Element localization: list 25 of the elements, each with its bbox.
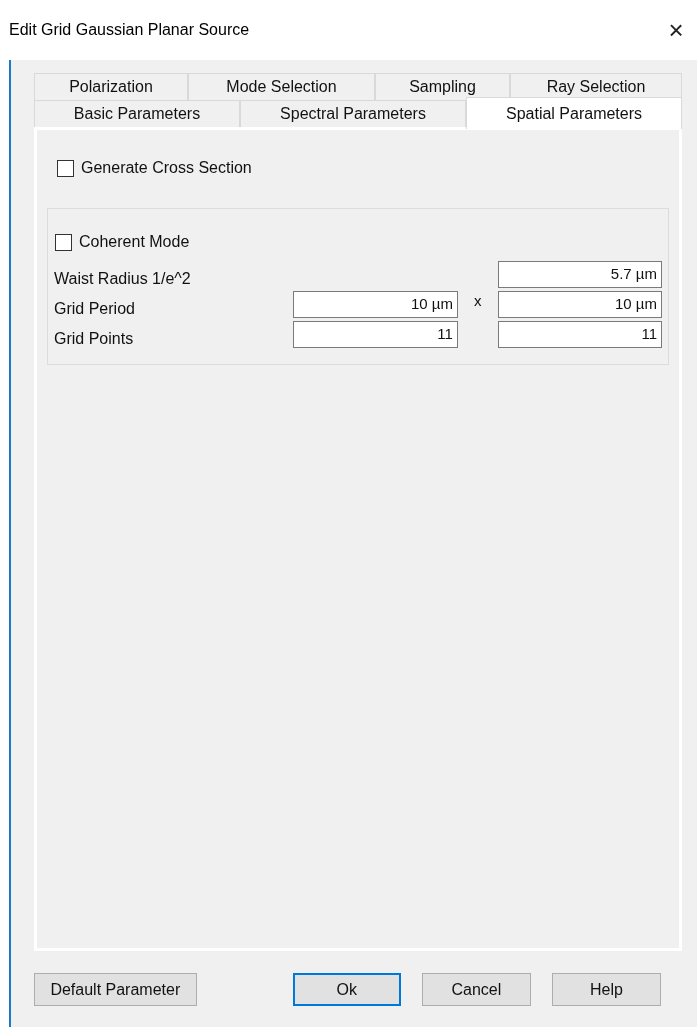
input-field[interactable]: 10 µm [292, 290, 458, 318]
tab[interactable]: Polarization [34, 73, 188, 100]
tab[interactable]: Spatial Parameters [466, 97, 682, 129]
window-title: Edit Grid Gaussian Planar Source [9, 20, 250, 40]
checkbox-label: Generate Cross Section [81, 158, 252, 178]
checkbox[interactable] [57, 159, 74, 177]
dialog-button[interactable]: Default Parameter [34, 973, 197, 1006]
tab[interactable]: Spectral Parameters [240, 100, 466, 127]
dialog-button[interactable]: Help [551, 973, 661, 1006]
checkbox[interactable] [55, 233, 72, 251]
dialog-button[interactable]: Cancel [421, 973, 531, 1006]
checkbox-label: Coherent Mode [79, 232, 190, 252]
close-button[interactable]: × [661, 15, 691, 45]
tab[interactable]: Basic Parameters [34, 100, 240, 127]
field-label: Grid Points [54, 329, 135, 349]
tab[interactable]: Sampling [375, 73, 510, 100]
input-field[interactable]: 11 [292, 320, 458, 348]
input-field[interactable]: 10 µm [497, 290, 662, 318]
dialog-button[interactable]: Ok [292, 973, 401, 1006]
field-label: Grid Period [54, 299, 136, 319]
input-field[interactable]: 11 [497, 320, 662, 348]
tab[interactable]: Mode Selection [188, 73, 375, 100]
separator-text: x [474, 290, 482, 311]
input-field[interactable]: 5.7 µm [497, 260, 662, 288]
field-label: Waist Radius 1/e^2 [54, 269, 192, 289]
